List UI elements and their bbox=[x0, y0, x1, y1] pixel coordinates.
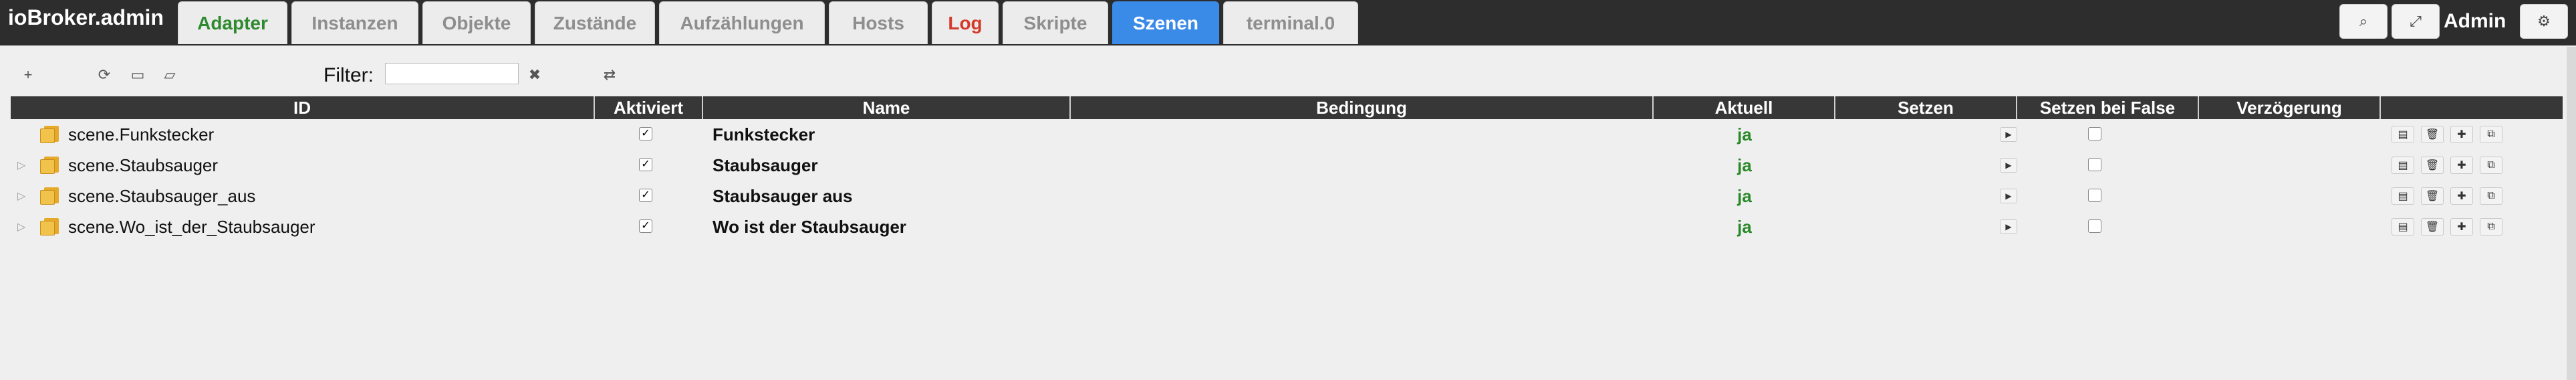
add-icon[interactable]: + bbox=[17, 64, 39, 86]
expand-toggle[interactable]: ▷ bbox=[13, 181, 29, 211]
app-title: ioBroker.admin bbox=[8, 5, 164, 29]
scene-id: scene.Staubsauger bbox=[68, 155, 219, 175]
top-navigation-bar: ioBroker.admin Adapter Instanzen Objekte… bbox=[0, 0, 2576, 45]
settings-button[interactable]: ⚙ bbox=[2520, 4, 2568, 39]
scene-id: scene.Funkstecker bbox=[68, 124, 215, 145]
copy-icon[interactable]: ⧉ bbox=[2480, 218, 2502, 235]
column-setzen-bei-false: Setzen bei False bbox=[2017, 96, 2199, 119]
column-aktuell: Aktuell bbox=[1654, 96, 1835, 119]
play-button[interactable]: ▶ bbox=[2000, 127, 2017, 142]
folder-icon bbox=[40, 126, 60, 143]
tab-skripte[interactable]: Skripte bbox=[1003, 1, 1108, 44]
expand-button[interactable]: ⤢ bbox=[2392, 4, 2440, 39]
clear-filter-icon[interactable]: ✖ bbox=[524, 64, 545, 86]
activated-checkbox[interactable]: ✓ bbox=[639, 189, 652, 202]
table-row[interactable]: ▷ scene.Wo_ist_der_Staubsauger ✓ Wo ist … bbox=[11, 211, 2563, 242]
swap-icon[interactable]: ⇄ bbox=[599, 64, 620, 86]
column-name: Name bbox=[703, 96, 1071, 119]
table-row[interactable]: ▷ scene.Staubsauger_aus ✓ Staubsauger au… bbox=[11, 181, 2563, 211]
filter-input[interactable] bbox=[385, 63, 519, 84]
activated-checkbox[interactable]: ✓ bbox=[639, 158, 652, 171]
scene-current: ja bbox=[1737, 124, 1752, 145]
folder-icon bbox=[40, 157, 60, 174]
tab-szenen[interactable]: Szenen bbox=[1112, 1, 1219, 44]
scene-id: scene.Wo_ist_der_Staubsauger bbox=[68, 216, 315, 237]
edit-icon[interactable]: ▤ bbox=[2392, 157, 2414, 174]
copy-icon[interactable]: ⧉ bbox=[2480, 157, 2502, 174]
table-row[interactable]: scene.Funkstecker ✓ Funkstecker ja ▶ ▤ 🗑… bbox=[11, 119, 2563, 150]
refresh-icon[interactable]: ⟳ bbox=[94, 64, 115, 86]
edit-icon[interactable]: ▤ bbox=[2392, 218, 2414, 235]
trash-icon[interactable]: 🗑 bbox=[2421, 126, 2444, 143]
column-bedingung: Bedingung bbox=[1071, 96, 1654, 119]
table-row[interactable]: ▷ scene.Staubsauger ✓ Staubsauger ja ▶ ▤… bbox=[11, 150, 2563, 181]
set-false-checkbox[interactable] bbox=[2088, 189, 2101, 202]
expand-toggle[interactable]: ▷ bbox=[13, 211, 29, 242]
column-verzoegerung: Verzögerung bbox=[2199, 96, 2381, 119]
scene-current: ja bbox=[1737, 155, 1752, 175]
tab-zustaende[interactable]: Zustände bbox=[535, 1, 655, 44]
table-header: ID Aktiviert Name Bedingung Aktuell Setz… bbox=[11, 96, 2563, 119]
trash-icon[interactable]: 🗑 bbox=[2421, 187, 2444, 205]
scene-current: ja bbox=[1737, 216, 1752, 237]
scenes-toolbar: + ⟳ ▭ ▱ Filter: ✖ ⇄ bbox=[0, 59, 2576, 92]
tab-terminal[interactable]: terminal.0 bbox=[1223, 1, 1358, 44]
tab-adapter[interactable]: Adapter bbox=[178, 1, 287, 44]
trash-icon[interactable]: 🗑 bbox=[2421, 218, 2444, 235]
edit-icon[interactable]: ▤ bbox=[2392, 126, 2414, 143]
tab-aufzaehlungen[interactable]: Aufzählungen bbox=[659, 1, 825, 44]
edit-icon[interactable]: ▤ bbox=[2392, 187, 2414, 205]
expand-toggle bbox=[13, 119, 29, 150]
vertical-scrollbar[interactable] bbox=[2567, 47, 2576, 380]
column-setzen: Setzen bbox=[1835, 96, 2017, 119]
expand-icon: ⤢ bbox=[2410, 13, 2422, 29]
copy-icon[interactable]: ⧉ bbox=[2480, 187, 2502, 205]
activated-checkbox[interactable]: ✓ bbox=[639, 127, 652, 140]
filter-label: Filter: bbox=[324, 64, 374, 86]
tab-log[interactable]: Log bbox=[932, 1, 999, 44]
play-button[interactable]: ▶ bbox=[2000, 158, 2017, 173]
scene-name: Funkstecker bbox=[713, 124, 815, 145]
trash-icon[interactable]: 🗑 bbox=[2421, 157, 2444, 174]
main-tabs: Adapter Instanzen Objekte Zustände Aufzä… bbox=[178, 0, 1358, 45]
activated-checkbox[interactable]: ✓ bbox=[639, 219, 652, 233]
scenes-table: ID Aktiviert Name Bedingung Aktuell Setz… bbox=[11, 96, 2563, 242]
folder-icon bbox=[40, 218, 60, 235]
set-false-checkbox[interactable] bbox=[2088, 158, 2101, 171]
play-button[interactable]: ▶ bbox=[2000, 219, 2017, 234]
add-icon[interactable]: ✚ bbox=[2450, 157, 2473, 174]
tab-hosts[interactable]: Hosts bbox=[829, 1, 928, 44]
scene-name: Staubsauger aus bbox=[713, 185, 853, 206]
search-icon: ⌕ bbox=[2359, 13, 2368, 29]
gear-icon: ⚙ bbox=[2537, 13, 2551, 29]
add-icon[interactable]: ✚ bbox=[2450, 187, 2473, 205]
expand-toggle[interactable]: ▷ bbox=[13, 150, 29, 181]
copy-icon[interactable]: ⧉ bbox=[2480, 126, 2502, 143]
user-name: Admin bbox=[2444, 10, 2506, 32]
folder-icon[interactable]: ▭ bbox=[127, 64, 148, 86]
scene-current: ja bbox=[1737, 185, 1752, 206]
set-false-checkbox[interactable] bbox=[2088, 127, 2101, 140]
add-icon[interactable]: ✚ bbox=[2450, 126, 2473, 143]
scene-id: scene.Staubsauger_aus bbox=[68, 185, 256, 206]
tab-instanzen[interactable]: Instanzen bbox=[291, 1, 418, 44]
scene-name: Staubsauger bbox=[713, 155, 818, 175]
add-icon[interactable]: ✚ bbox=[2450, 218, 2473, 235]
column-id: ID bbox=[11, 96, 595, 119]
search-button[interactable]: ⌕ bbox=[2339, 4, 2388, 39]
play-button[interactable]: ▶ bbox=[2000, 189, 2017, 203]
tab-objekte[interactable]: Objekte bbox=[422, 1, 531, 44]
folder-open-icon[interactable]: ▱ bbox=[159, 64, 180, 86]
column-actions bbox=[2381, 96, 2563, 119]
set-false-checkbox[interactable] bbox=[2088, 219, 2101, 233]
folder-icon bbox=[40, 187, 60, 205]
scene-name: Wo ist der Staubsauger bbox=[713, 216, 906, 237]
column-aktiviert: Aktiviert bbox=[595, 96, 703, 119]
